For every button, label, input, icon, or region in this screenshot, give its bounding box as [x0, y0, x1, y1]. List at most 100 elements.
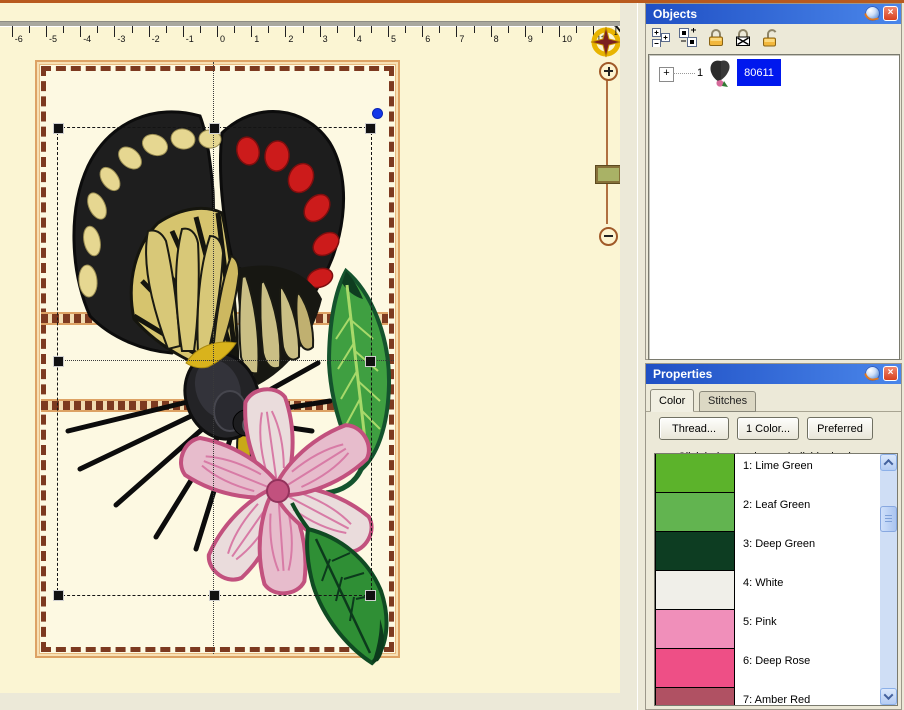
color-swatch[interactable]: [655, 492, 735, 532]
properties-panel: Properties × Color Stitches Thread... 1 …: [645, 363, 902, 710]
selection-handle-bottom-right[interactable]: [365, 590, 376, 601]
compass-rose-icon: N: [589, 23, 620, 61]
design-canvas[interactable]: -6 -5 -4 -3 -2 -1 0 1 2 3 4 5 6 7 8 9 10…: [0, 3, 620, 693]
flyout-arrow-icon[interactable]: [612, 5, 620, 19]
close-icon[interactable]: ×: [883, 6, 898, 21]
scroll-down-icon[interactable]: [880, 688, 897, 705]
selection-rectangle[interactable]: [57, 127, 372, 596]
zoom-out-icon[interactable]: [599, 227, 618, 246]
color-row[interactable]: 3: Deep Green: [655, 532, 897, 571]
ruler-tick: [12, 26, 13, 37]
ruler-tick: [371, 26, 372, 33]
color-row[interactable]: 7: Amber Red: [655, 688, 897, 706]
zoom-slider-handle[interactable]: [596, 166, 620, 183]
help-ball-icon[interactable]: [865, 366, 880, 381]
ruler-tick: [439, 26, 440, 33]
color-label: 2: Leaf Green: [743, 499, 810, 511]
preferred-button[interactable]: Preferred: [807, 417, 873, 440]
selection-handle-bottom-middle[interactable]: [209, 590, 220, 601]
padlock-x-icon[interactable]: [732, 27, 753, 48]
thread-button[interactable]: Thread...: [659, 417, 729, 440]
tab-color[interactable]: Color: [650, 389, 694, 412]
selection-rotation-handle[interactable]: [372, 108, 383, 119]
ruler-tick: [80, 26, 81, 37]
objects-panel-titlebar[interactable]: Objects ×: [646, 4, 901, 24]
padlock-open-icon[interactable]: [759, 27, 780, 48]
color-row[interactable]: 5: Pink: [655, 610, 897, 649]
close-icon[interactable]: ×: [883, 366, 898, 381]
ruler-tick: [491, 26, 492, 37]
color-list-scrollbar[interactable]: [880, 454, 897, 705]
color-label: 1: Lime Green: [743, 460, 813, 472]
ruler-tick-label: -4: [83, 34, 91, 44]
tree-expand-icon[interactable]: [651, 27, 672, 48]
properties-panel-titlebar[interactable]: Properties ×: [646, 364, 901, 384]
ruler-tick: [234, 26, 235, 33]
ruler-tick: [422, 26, 423, 37]
tree-connector: [673, 73, 695, 74]
ruler-tick: [542, 26, 543, 33]
ruler-tick: [114, 26, 115, 37]
ruler-tick-label: -6: [15, 34, 23, 44]
ruler-tick: [200, 26, 201, 33]
ruler-tick: [388, 26, 389, 37]
ruler-tick: [337, 26, 338, 33]
tree-boxes-icon[interactable]: [678, 27, 699, 48]
ruler-tick-label: -2: [152, 34, 160, 44]
color-row[interactable]: 4: White: [655, 571, 897, 610]
ruler-tick-label: -1: [186, 34, 194, 44]
ruler-divider: [0, 21, 620, 27]
object-id-selected[interactable]: 80611: [737, 59, 781, 86]
color-label: 6: Deep Rose: [743, 655, 810, 667]
help-ball-icon[interactable]: [865, 6, 880, 21]
ruler-tick: [576, 26, 577, 33]
application-window: -6 -5 -4 -3 -2 -1 0 1 2 3 4 5 6 7 8 9 10…: [0, 0, 904, 710]
ruler-tick: [166, 26, 167, 33]
ruler-tick-label: 2: [288, 34, 293, 44]
color-list-scroll-thumb[interactable]: [880, 506, 897, 532]
ruler-tick-label: 7: [459, 34, 464, 44]
selection-handle-bottom-left[interactable]: [53, 590, 64, 601]
color-swatch[interactable]: [655, 609, 735, 649]
objects-panel: Objects ×: [645, 3, 902, 360]
color-row[interactable]: 1: Lime Green: [655, 454, 897, 493]
color-swatch[interactable]: [655, 453, 735, 493]
selection-handle-middle-left[interactable]: [53, 356, 64, 367]
color-swatch[interactable]: [655, 531, 735, 571]
color-row[interactable]: 6: Deep Rose: [655, 649, 897, 688]
ruler-tick: [251, 26, 252, 37]
selection-handle-middle-right[interactable]: [365, 356, 376, 367]
selection-handle-top-middle[interactable]: [209, 123, 220, 134]
color-swatch[interactable]: [655, 687, 735, 706]
objects-list[interactable]: + 1 80611: [648, 54, 900, 360]
color-swatch[interactable]: [655, 570, 735, 610]
scroll-up-icon[interactable]: [880, 454, 897, 471]
ruler-tick: [268, 26, 269, 33]
ruler-tick: [525, 26, 526, 37]
ruler-tick: [303, 26, 304, 33]
ruler-tick-label: -5: [49, 34, 57, 44]
zoom-slider-track[interactable]: [606, 78, 608, 224]
tab-stitches[interactable]: Stitches: [699, 391, 756, 412]
ruler-tick-label: 0: [220, 34, 225, 44]
objects-toolbar: [646, 24, 901, 54]
color-label: 5: Pink: [743, 616, 777, 628]
padlock-locked-icon[interactable]: [705, 27, 726, 48]
object-thumbnail[interactable]: [707, 59, 733, 89]
selection-handle-top-left[interactable]: [53, 123, 64, 134]
ruler-tick-label: 8: [494, 34, 499, 44]
ruler-tick: [97, 26, 98, 33]
ruler-tick-label: 6: [425, 34, 430, 44]
color-row[interactable]: 2: Leaf Green: [655, 493, 897, 532]
ruler-tick-label: 5: [391, 34, 396, 44]
zoom-in-icon[interactable]: [599, 62, 618, 81]
one-color-button[interactable]: 1 Color...: [737, 417, 799, 440]
color-list[interactable]: 1: Lime Green 2: Leaf Green 3: Deep Gree…: [654, 453, 898, 706]
ruler-tick: [559, 26, 560, 37]
ruler-tick: [456, 26, 457, 37]
ruler-tick: [46, 26, 47, 37]
expand-item-icon[interactable]: +: [659, 67, 674, 82]
object-index: 1: [697, 67, 703, 79]
selection-handle-top-right[interactable]: [365, 123, 376, 134]
color-swatch[interactable]: [655, 648, 735, 688]
